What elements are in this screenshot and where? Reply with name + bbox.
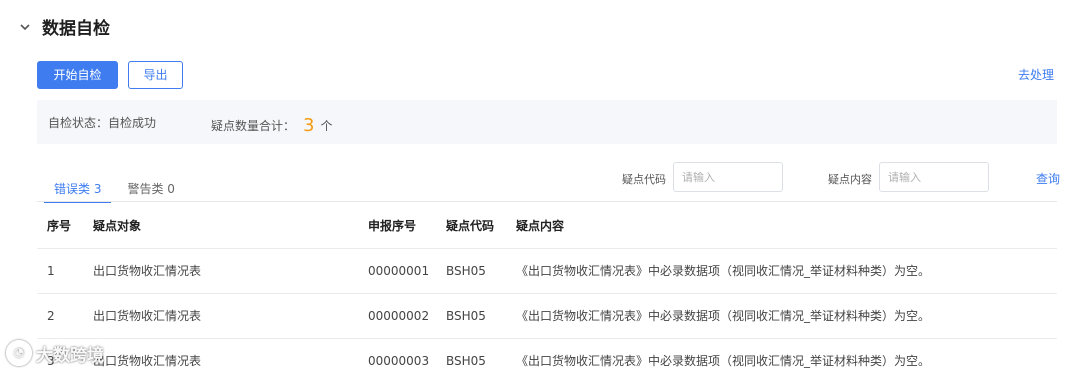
section-title: 数据自检 (42, 19, 110, 39)
chevron-down-icon[interactable] (18, 20, 32, 34)
row-code: BSH05 (446, 264, 486, 278)
suspect-code-label: 疑点代码 (622, 173, 666, 186)
suspect-table: 序号 疑点对象 申报序号 疑点代码 疑点内容 1 出口货物收汇情况表 00000… (37, 204, 1057, 383)
suspect-count-label: 疑点数量合计： (211, 119, 296, 133)
header-index: 序号 (47, 219, 72, 233)
row-content: 《出口货物收汇情况表》中必录数据项（视同收汇情况_举证材料种类）为空。 (516, 264, 931, 278)
suspect-content-label: 疑点内容 (828, 173, 872, 186)
suspect-code-input[interactable] (673, 162, 783, 192)
check-status-value: 自检成功 (108, 116, 157, 130)
start-check-button[interactable]: 开始自检 (37, 61, 118, 89)
row-declare-no: 00000002 (368, 309, 430, 323)
header-declare-no: 申报序号 (368, 219, 417, 233)
row-code: BSH05 (446, 309, 486, 323)
row-object: 出口货物收汇情况表 (93, 309, 202, 323)
header-code: 疑点代码 (446, 219, 495, 233)
tab-warnings[interactable]: 警告类 0 (117, 180, 184, 203)
table-row[interactable]: 2 出口货物收汇情况表 00000002 BSH05 《出口货物收汇情况表》中必… (37, 294, 1057, 339)
row-content: 《出口货物收汇情况表》中必录数据项（视同收汇情况_举证材料种类）为空。 (516, 309, 931, 323)
row-object: 出口货物收汇情况表 (93, 354, 202, 368)
row-index: 2 (47, 309, 55, 323)
watermark: ◔ 大数跨境 (6, 340, 104, 366)
table-row[interactable]: 1 出口货物收汇情况表 00000001 BSH05 《出口货物收汇情况表》中必… (37, 249, 1057, 294)
check-status: 自检状态： 自检成功 (48, 114, 156, 131)
row-code: BSH05 (446, 354, 486, 368)
row-declare-no: 00000003 (368, 354, 430, 368)
suspect-count-value: 3 (303, 115, 315, 136)
table-row[interactable]: 3 出口货物收汇情况表 00000003 BSH05 《出口货物收汇情况表》中必… (37, 339, 1057, 383)
suspect-content-input[interactable] (879, 162, 989, 192)
watermark-logo-icon: ◔ (6, 340, 32, 366)
header-content: 疑点内容 (516, 219, 565, 233)
check-status-label: 自检状态： (48, 116, 109, 130)
row-object: 出口货物收汇情况表 (93, 264, 202, 278)
tab-errors[interactable]: 错误类 3 (44, 180, 112, 203)
suspect-count: 疑点数量合计： 3 个 (211, 114, 333, 136)
watermark-text: 大数跨境 (36, 345, 104, 366)
query-button[interactable]: 查询 (1036, 170, 1060, 187)
row-index: 1 (47, 264, 55, 278)
go-process-link[interactable]: 去处理 (1018, 66, 1054, 83)
tab-divider (37, 201, 1057, 202)
table-header: 序号 疑点对象 申报序号 疑点代码 疑点内容 (37, 204, 1057, 249)
row-declare-no: 00000001 (368, 264, 430, 278)
category-tabs: 错误类 3 警告类 0 (44, 180, 185, 203)
header-object: 疑点对象 (93, 219, 142, 233)
suspect-count-unit: 个 (320, 119, 333, 133)
export-button[interactable]: 导出 (128, 61, 183, 89)
row-content: 《出口货物收汇情况表》中必录数据项（视同收汇情况_举证材料种类）为空。 (516, 354, 931, 368)
section-header[interactable]: 数据自检 (18, 14, 110, 39)
status-bar: 自检状态： 自检成功 疑点数量合计： 3 个 (37, 100, 1057, 144)
